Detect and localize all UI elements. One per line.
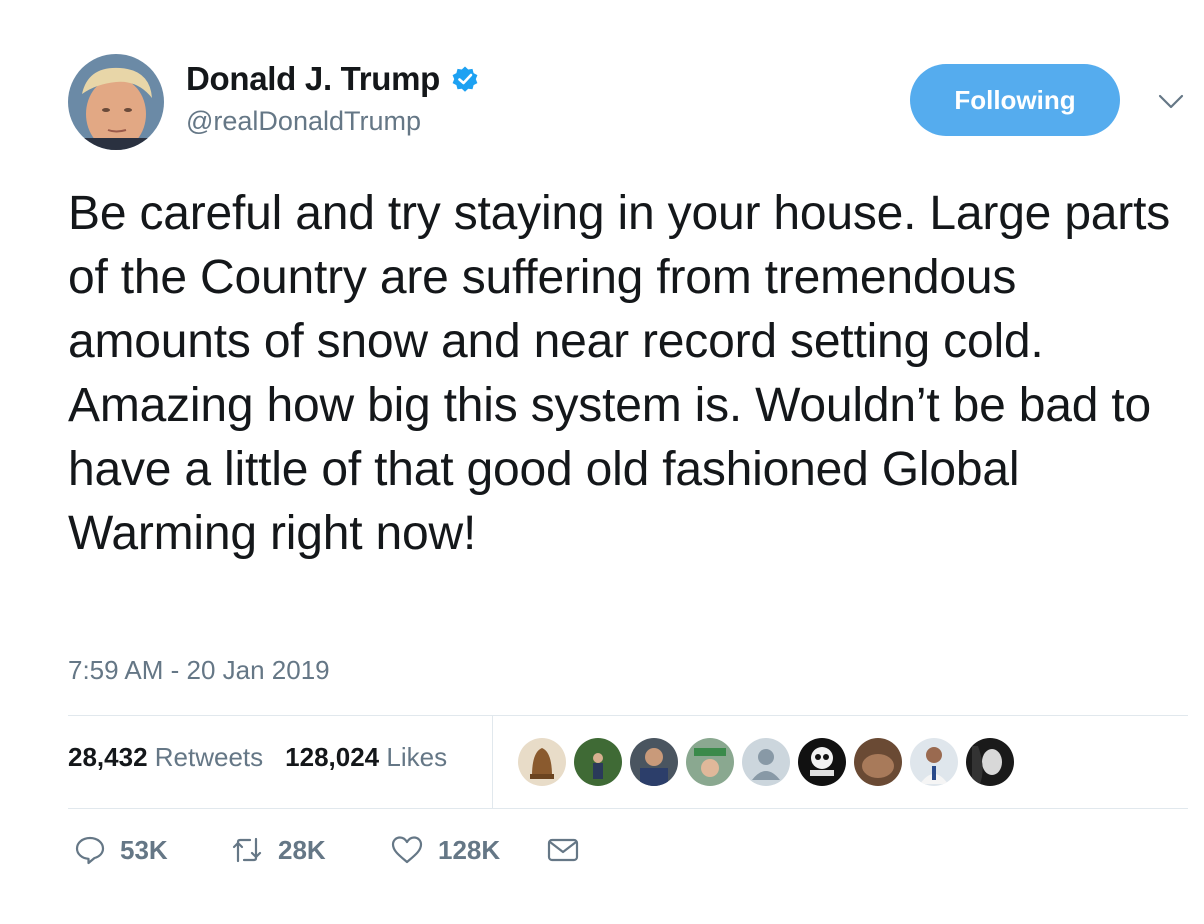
avatar[interactable] [68, 54, 164, 150]
like-count: 128K [438, 834, 501, 865]
liker-avatar[interactable] [630, 738, 678, 786]
tweet-text: Be careful and try staying in your house… [68, 187, 1171, 560]
author-display-name[interactable]: Donald J. Trump [186, 60, 440, 98]
reply-button[interactable]: 53K [74, 834, 230, 866]
liker-avatar[interactable] [798, 738, 846, 786]
direct-message-button[interactable] [546, 836, 580, 864]
heart-icon [391, 836, 423, 864]
tweet-timestamp[interactable]: 7:59 AM - 20 Jan 2019 [68, 655, 330, 686]
retweet-button[interactable]: 28K [230, 834, 390, 866]
author-handle[interactable]: @realDonaldTrump [186, 106, 480, 137]
liker-avatar[interactable] [518, 738, 566, 786]
author-block: Donald J. Trump @realDonaldTrump [186, 60, 480, 137]
tweet-actions: 53K 28K 128K [74, 834, 580, 866]
liker-avatar[interactable] [574, 738, 622, 786]
divider [68, 808, 1188, 809]
liker-avatar[interactable] [742, 738, 790, 786]
retweets-stat[interactable]: 28,432 Retweets [68, 742, 263, 773]
liker-avatar[interactable] [966, 738, 1014, 786]
tweet-stats: 28,432 Retweets 128,024 Likes [68, 742, 447, 773]
avatar-image [68, 54, 164, 150]
likes-count: 128,024 [285, 742, 380, 772]
retweet-icon [232, 837, 262, 863]
retweets-count: 28,432 [68, 742, 148, 772]
retweets-label: Retweets [154, 742, 264, 772]
retweet-count: 28K [278, 834, 326, 865]
verified-badge-icon [452, 66, 478, 92]
liker-avatar[interactable] [686, 738, 734, 786]
following-button[interactable]: Following [910, 64, 1120, 136]
chevron-down-icon[interactable] [1158, 94, 1184, 110]
like-button[interactable]: 128K [390, 834, 546, 866]
divider [68, 715, 1188, 716]
liker-avatar[interactable] [910, 738, 958, 786]
envelope-icon [547, 838, 579, 862]
reply-count: 53K [120, 834, 168, 865]
divider [492, 716, 493, 808]
reply-icon [75, 836, 105, 865]
likes-label: Likes [386, 742, 448, 772]
liker-avatar[interactable] [854, 738, 902, 786]
likes-stat[interactable]: 128,024 Likes [285, 742, 447, 773]
liker-avatars [518, 738, 1014, 786]
